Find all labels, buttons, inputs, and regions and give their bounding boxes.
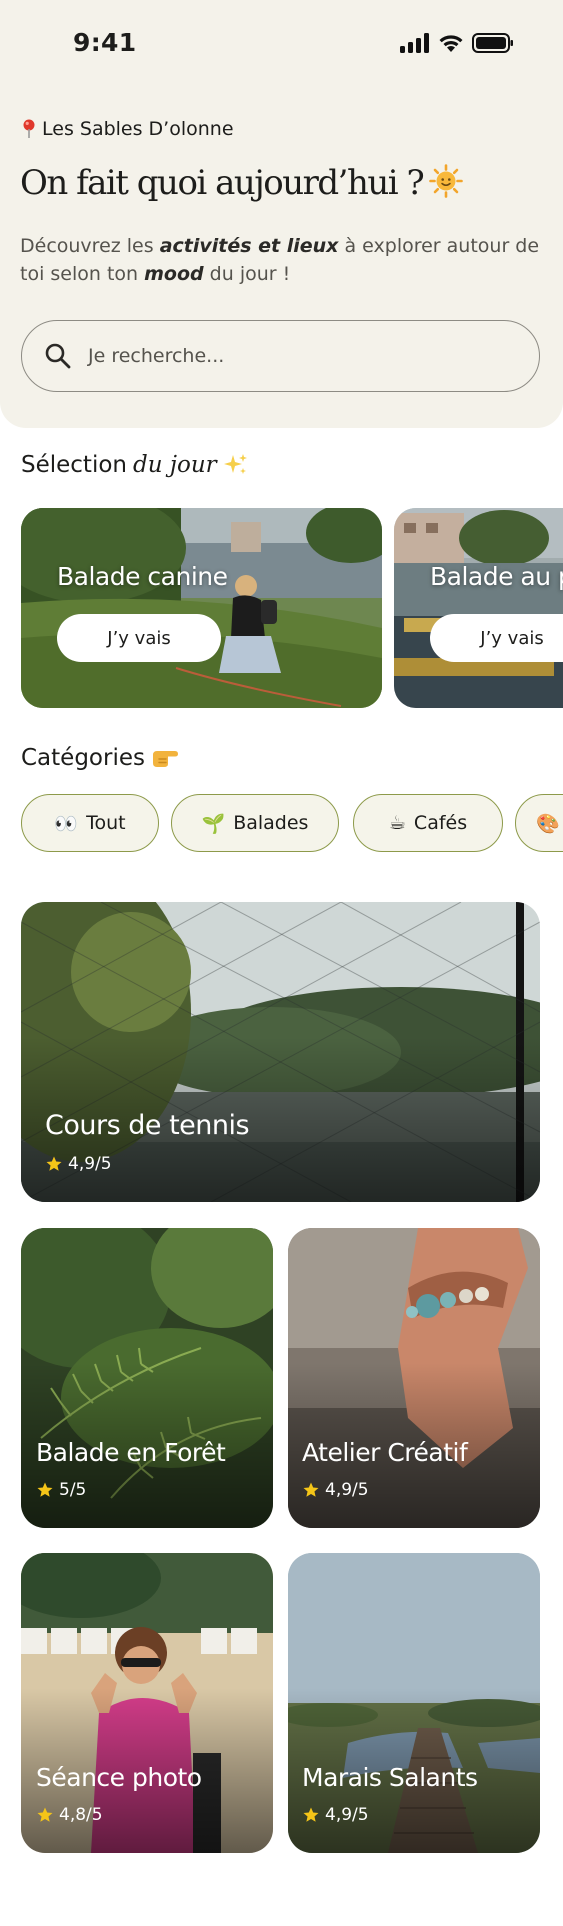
selection-title: Sélection du jour bbox=[21, 452, 249, 478]
intro-highlight-1: activités et lieux bbox=[159, 235, 339, 257]
chip-art[interactable]: 🎨 bbox=[515, 794, 563, 852]
chip-label: Cafés bbox=[413, 812, 468, 834]
status-bar: 9:41 bbox=[0, 0, 563, 90]
place-card[interactable]: Atelier Créatif 4,9/5 bbox=[288, 1228, 540, 1528]
place-card-rating-value: 4,9/5 bbox=[325, 1480, 369, 1500]
eyes-icon: 👀 bbox=[54, 812, 79, 835]
wifi-icon bbox=[439, 35, 463, 52]
place-card-title: Atelier Créatif bbox=[302, 1438, 468, 1467]
status-time: 9:41 bbox=[73, 28, 137, 57]
search-placeholder: Je recherche... bbox=[88, 345, 225, 367]
signal-icon bbox=[400, 33, 429, 53]
chip-cafes[interactable]: ☕ Cafés bbox=[353, 794, 503, 852]
place-card-rating: 5/5 bbox=[36, 1480, 86, 1500]
star-icon bbox=[303, 1482, 319, 1497]
category-chips[interactable]: 👀 Tout 🌱 Balades ☕ Cafés 🎨 bbox=[21, 794, 563, 854]
place-card-rating: 4,9/5 bbox=[302, 1480, 369, 1500]
sparkles-icon bbox=[223, 454, 247, 474]
chip-label: Tout bbox=[86, 812, 126, 834]
intro-highlight-2: mood bbox=[144, 263, 204, 285]
selection-card[interactable]: Balade canine J’y vais bbox=[21, 508, 382, 708]
pointing-hand-icon bbox=[152, 751, 178, 767]
place-card-rating: 4,8/5 bbox=[36, 1805, 103, 1825]
location-name: Les Sables D’olonne bbox=[42, 118, 234, 140]
place-card[interactable]: Marais Salants 4,9/5 bbox=[288, 1553, 540, 1853]
status-icons bbox=[400, 31, 514, 55]
chip-balades[interactable]: 🌱 Balades bbox=[171, 794, 339, 852]
place-card-title: Cours de tennis bbox=[45, 1110, 250, 1141]
selection-card-title: Balade canine bbox=[57, 562, 228, 591]
chip-label: Balades bbox=[233, 812, 309, 834]
page-title-text: On fait quoi aujourd’hui ? bbox=[20, 163, 425, 203]
place-card-title: Marais Salants bbox=[302, 1763, 478, 1792]
selection-card[interactable]: Balade au port J’y vais bbox=[394, 508, 563, 708]
place-card-rating-value: 4,8/5 bbox=[59, 1805, 103, 1825]
go-button[interactable]: J’y vais bbox=[430, 614, 563, 662]
star-icon bbox=[37, 1807, 53, 1822]
pin-icon bbox=[23, 119, 35, 138]
selection-title-prefix: Sélection bbox=[21, 452, 127, 478]
selection-title-italic: du jour bbox=[133, 452, 217, 478]
sun-icon bbox=[429, 163, 464, 207]
location[interactable]: Les Sables D’olonne bbox=[22, 118, 234, 140]
place-card-rating-value: 5/5 bbox=[59, 1480, 87, 1500]
search-icon bbox=[45, 343, 71, 369]
place-card[interactable]: Balade en Forêt 5/5 bbox=[21, 1228, 273, 1528]
selection-carousel[interactable]: Balade canine J’y vais Balade au port J’… bbox=[21, 508, 563, 708]
palette-icon: 🎨 bbox=[536, 812, 560, 835]
place-card-title: Balade en Forêt bbox=[36, 1438, 226, 1467]
selection-card-title: Balade au port bbox=[430, 562, 563, 591]
star-icon bbox=[46, 1156, 62, 1171]
page-title: On fait quoi aujourd’hui ? bbox=[20, 163, 464, 207]
place-card-rating: 4,9/5 bbox=[45, 1154, 112, 1174]
place-card-rating: 4,9/5 bbox=[302, 1805, 369, 1825]
place-card[interactable]: Cours de tennis 4,9/5 bbox=[21, 902, 540, 1202]
coffee-icon: ☕ bbox=[388, 812, 406, 834]
star-icon bbox=[303, 1807, 319, 1822]
seedling-icon: 🌱 bbox=[201, 812, 226, 835]
intro-part-1: Découvrez les bbox=[20, 235, 160, 257]
categories-title: Catégories bbox=[21, 745, 179, 771]
categories-title-text: Catégories bbox=[21, 745, 145, 771]
search-input[interactable]: Je recherche... bbox=[21, 320, 540, 392]
place-card-rating-value: 4,9/5 bbox=[68, 1154, 112, 1174]
selection-card-photo bbox=[394, 508, 563, 708]
battery-icon bbox=[472, 33, 513, 53]
selection-card-photo bbox=[21, 508, 382, 708]
place-card[interactable]: Séance photo 4,8/5 bbox=[21, 1553, 273, 1853]
intro-text: Découvrez les activités et lieux à explo… bbox=[20, 232, 540, 288]
place-card-title: Séance photo bbox=[36, 1763, 202, 1792]
go-button[interactable]: J’y vais bbox=[57, 614, 221, 662]
intro-part-3: du jour ! bbox=[203, 263, 291, 285]
chip-all[interactable]: 👀 Tout bbox=[21, 794, 159, 852]
star-icon bbox=[37, 1482, 53, 1497]
place-card-rating-value: 4,9/5 bbox=[325, 1805, 369, 1825]
